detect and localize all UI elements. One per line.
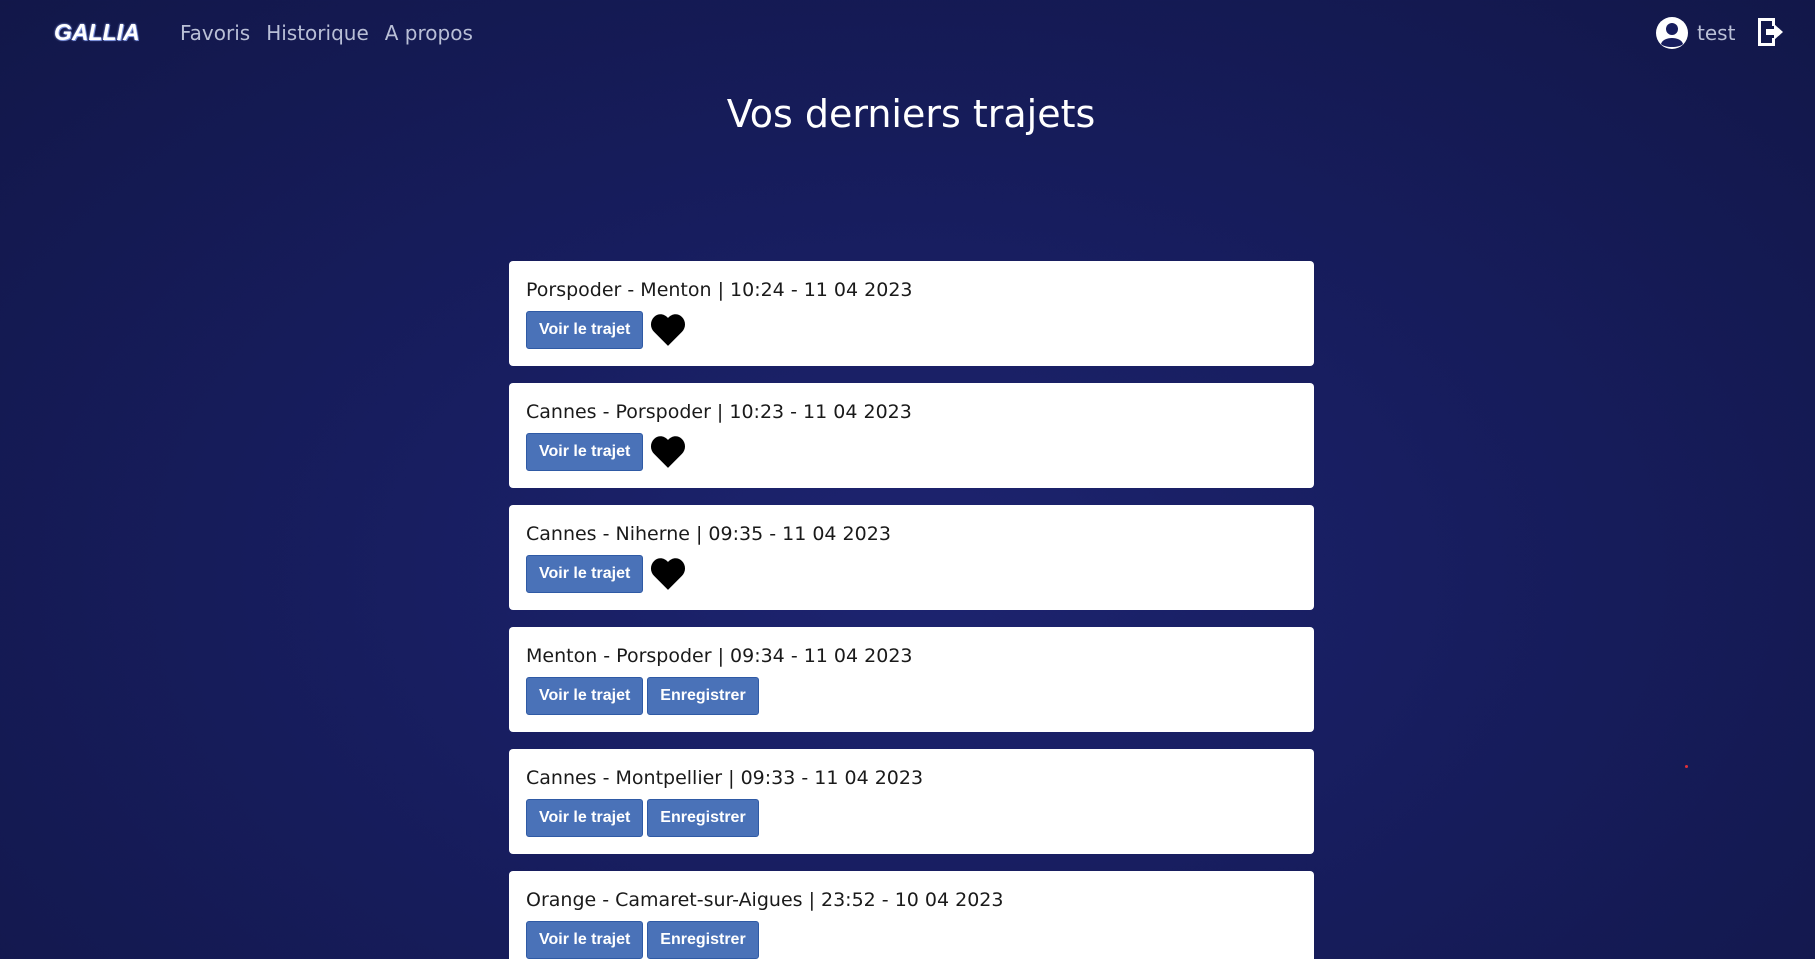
heart-icon[interactable] [649,312,687,348]
trip-card: Cannes - Niherne | 09:35 - 11 04 2023 Vo… [509,505,1314,610]
brand-logo[interactable]: GALLIA [54,19,140,46]
trip-title: Orange - Camaret-sur-Aigues | 23:52 - 10… [526,889,1004,911]
user-name: test [1697,21,1736,45]
heart-icon[interactable] [649,556,687,592]
trip-card: Cannes - Montpellier | 09:33 - 11 04 202… [509,749,1314,854]
view-trip-button[interactable]: Voir le trajet [526,433,644,471]
trip-actions: Voir le trajet [526,433,1297,471]
page-title: Vos derniers trajets [726,92,1096,136]
save-button[interactable]: Enregistrer [647,799,759,837]
trip-actions: Voir le trajet [526,555,1297,593]
nav-links: Favoris Historique A propos [180,21,473,45]
trip-actions: Voir le trajet Enregistrer [526,677,1297,715]
trip-card: Orange - Camaret-sur-Aigues | 23:52 - 10… [509,871,1314,959]
cursor-dot [1685,765,1688,768]
nav-link-favoris[interactable]: Favoris [180,21,250,45]
trip-actions: Voir le trajet [526,311,1297,349]
trip-card: Menton - Porspoder | 09:34 - 11 04 2023 … [509,627,1314,732]
logout-icon[interactable] [1755,16,1785,48]
nav-link-historique[interactable]: Historique [266,21,369,45]
trip-title: Cannes - Porspoder | 10:23 - 11 04 2023 [526,401,912,423]
trip-card: Cannes - Porspoder | 10:23 - 11 04 2023 … [509,383,1314,488]
save-button[interactable]: Enregistrer [647,677,759,715]
view-trip-button[interactable]: Voir le trajet [526,555,644,593]
trip-title: Cannes - Niherne | 09:35 - 11 04 2023 [526,523,891,545]
view-trip-button[interactable]: Voir le trajet [526,311,644,349]
trip-title: Cannes - Montpellier | 09:33 - 11 04 202… [526,767,924,789]
trip-list: Porspoder - Menton | 10:24 - 11 04 2023 … [509,261,1314,959]
trip-card: Porspoder - Menton | 10:24 - 11 04 2023 … [509,261,1314,366]
view-trip-button[interactable]: Voir le trajet [526,921,644,959]
navbar: GALLIA Favoris Historique A propos test [0,0,1815,68]
view-trip-button[interactable]: Voir le trajet [526,799,644,837]
save-button[interactable]: Enregistrer [647,921,759,959]
user-menu[interactable]: test [1655,16,1735,50]
heart-icon[interactable] [649,434,687,470]
user-circle-icon [1656,17,1688,49]
trip-actions: Voir le trajet Enregistrer [526,799,1297,837]
trip-title: Menton - Porspoder | 09:34 - 11 04 2023 [526,645,913,667]
trip-title: Porspoder - Menton | 10:24 - 11 04 2023 [526,279,913,301]
view-trip-button[interactable]: Voir le trajet [526,677,644,715]
trip-actions: Voir le trajet Enregistrer [526,921,1297,959]
nav-link-a-propos[interactable]: A propos [385,21,473,45]
